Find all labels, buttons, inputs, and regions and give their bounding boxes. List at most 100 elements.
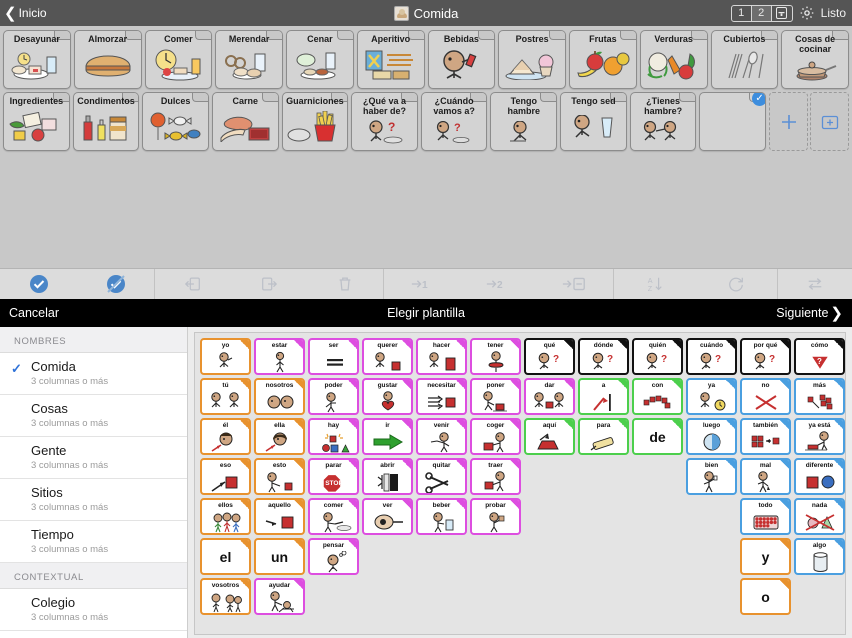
- sort-alpha-icon[interactable]: AZ: [646, 269, 664, 299]
- template-preview-cell-por-qué[interactable]: por qué?: [740, 338, 791, 375]
- sidebar-item-cosas[interactable]: Cosas 3 columnas o más: [0, 395, 187, 437]
- template-preview-cell-o[interactable]: o: [740, 578, 791, 615]
- template-preview-cell-yo[interactable]: yo: [200, 338, 251, 375]
- delete-icon[interactable]: [336, 269, 354, 299]
- back-to-home-button[interactable]: ❮ Inicio: [0, 6, 47, 21]
- lock-icon[interactable]: [772, 6, 792, 21]
- page-selector[interactable]: 1 2: [730, 4, 793, 22]
- template-preview-cell-beber[interactable]: beber: [416, 498, 467, 535]
- import-icon[interactable]: [184, 269, 202, 299]
- template-preview-cell-también[interactable]: también: [740, 418, 791, 455]
- board-cell-postres[interactable]: Postres: [498, 30, 566, 89]
- template-preview-cell-más[interactable]: más: [794, 378, 845, 415]
- template-preview-cell-ya[interactable]: ya: [686, 378, 737, 415]
- template-preview-cell-cuándo[interactable]: cuándo?: [686, 338, 737, 375]
- template-preview-cell-cómo[interactable]: cómo?: [794, 338, 845, 375]
- template-preview-cell-abrir[interactable]: abrir: [362, 458, 413, 495]
- template-preview-cell-ya-está[interactable]: ya está: [794, 418, 845, 455]
- move-to-page-2-icon[interactable]: 2: [485, 269, 509, 299]
- template-preview-cell-esto[interactable]: esto: [254, 458, 305, 495]
- sidebar-item-comida[interactable]: ✓ Comida 3 columnas o más: [0, 353, 187, 395]
- template-preview-cell-hacer[interactable]: hacer: [416, 338, 467, 375]
- board-cell-tengo-hambre[interactable]: Tengo hambre: [490, 92, 558, 151]
- template-preview-cell-a[interactable]: a: [578, 378, 629, 415]
- board-cell-comer[interactable]: Comer: [144, 30, 213, 89]
- template-preview-cell-ayudar[interactable]: ayudar: [254, 578, 305, 615]
- board-cell-cubiertos[interactable]: Cubiertos: [710, 30, 779, 89]
- template-preview-cell-todo[interactable]: todo: [740, 498, 791, 535]
- board-cell-guarniciones[interactable]: Guarniciones: [281, 92, 349, 151]
- refresh-icon[interactable]: [727, 269, 745, 299]
- template-preview-cell-traer[interactable]: traer: [470, 458, 521, 495]
- template-preview-cell-quién[interactable]: quién?: [632, 338, 683, 375]
- board-cell-carne[interactable]: Carne: [211, 92, 279, 151]
- board-cell-merendar[interactable]: Merendar: [215, 30, 283, 89]
- template-preview-cell-parar[interactable]: parar STOP: [308, 458, 359, 495]
- template-preview-cell-aquello[interactable]: aquello: [254, 498, 305, 535]
- page-tab-2[interactable]: 2: [751, 5, 772, 21]
- board-cell-cenar[interactable]: Cenar: [286, 30, 354, 89]
- board-cell-tienes-hambre[interactable]: ¿Tienes hambre?: [629, 92, 697, 151]
- template-preview-cell-probar[interactable]: probar: [470, 498, 521, 535]
- template-preview-cell-nada[interactable]: nada: [794, 498, 845, 535]
- board-cell-bebidas[interactable]: Bebidas: [427, 30, 496, 89]
- move-to-page-1-icon[interactable]: 1: [410, 269, 434, 299]
- add-folder-button[interactable]: [810, 92, 850, 151]
- template-preview-cell-tener[interactable]: tener: [470, 338, 521, 375]
- board-cell-cosas-de-cocinar[interactable]: Cosas de cocinar: [781, 30, 849, 89]
- next-button[interactable]: Siguiente ❯: [776, 306, 843, 321]
- template-preview-cell-ser[interactable]: ser: [308, 338, 359, 375]
- template-preview-cell-algo[interactable]: algo: [794, 538, 845, 575]
- template-preview-cell-poner[interactable]: poner: [470, 378, 521, 415]
- template-preview-cell-vosotros[interactable]: vosotros: [200, 578, 251, 615]
- template-preview-cell-qué[interactable]: qué?: [524, 338, 575, 375]
- template-preview-cell-pensar[interactable]: pensar: [308, 538, 359, 575]
- template-preview-cell-ir[interactable]: ir: [362, 418, 413, 455]
- template-preview-cell-un[interactable]: un: [254, 538, 305, 575]
- deselect-all-icon[interactable]: [106, 269, 126, 299]
- board-cell-tengo-sed[interactable]: Tengo sed: [560, 92, 627, 151]
- template-preview-cell-venir[interactable]: venir: [416, 418, 467, 455]
- template-preview-cell-poder[interactable]: poder: [308, 378, 359, 415]
- template-preview-cell-quitar[interactable]: quitar: [416, 458, 467, 495]
- template-preview-cell-diferente[interactable]: diferente: [794, 458, 845, 495]
- board-cell-verduras[interactable]: Verduras: [639, 30, 708, 89]
- template-preview-cell-bien[interactable]: bien: [686, 458, 737, 495]
- template-preview-cell-necesitar[interactable]: necesitar: [416, 378, 467, 415]
- template-preview-cell-dar[interactable]: dar: [524, 378, 575, 415]
- move-to-board-icon[interactable]: [561, 269, 587, 299]
- template-preview-cell-el[interactable]: el: [200, 538, 251, 575]
- ready-label[interactable]: Listo: [821, 6, 846, 20]
- template-preview-cell-de[interactable]: de: [632, 418, 683, 455]
- board-cell-selected-empty[interactable]: ✓: [699, 92, 767, 151]
- page-tab-1[interactable]: 1: [732, 5, 752, 21]
- template-preview-cell-hay[interactable]: hay: [308, 418, 359, 455]
- template-preview-cell-aquí[interactable]: aquí: [524, 418, 575, 455]
- swap-icon[interactable]: [806, 269, 824, 299]
- board-cell-condimentos[interactable]: Condimentos: [72, 92, 140, 151]
- board-cell-frutas[interactable]: Frutas: [569, 30, 637, 89]
- sidebar-item-deportes[interactable]: Deportes 3 columnas o más: [0, 631, 187, 638]
- gear-icon[interactable]: [799, 5, 815, 21]
- sidebar-item-tiempo[interactable]: Tiempo 3 columnas o más: [0, 521, 187, 563]
- template-preview-cell-no[interactable]: no: [740, 378, 791, 415]
- template-preview-cell-dónde[interactable]: dónde?: [578, 338, 629, 375]
- add-button[interactable]: [769, 92, 809, 151]
- template-preview-cell-querer[interactable]: querer: [362, 338, 413, 375]
- board-cell-almorzar[interactable]: Almorzar: [73, 30, 142, 89]
- template-preview-cell-gustar[interactable]: gustar: [362, 378, 413, 415]
- template-preview-cell-y[interactable]: y: [740, 538, 791, 575]
- template-preview-cell-eso[interactable]: eso: [200, 458, 251, 495]
- template-preview-cell-ella[interactable]: ella: [254, 418, 305, 455]
- template-preview-cell-mal[interactable]: mal: [740, 458, 791, 495]
- template-preview-cell-nosotros[interactable]: nosotros: [254, 378, 305, 415]
- template-preview-cell-tú[interactable]: tú: [200, 378, 251, 415]
- board-cell-dulces[interactable]: Dulces: [142, 92, 209, 151]
- sidebar-item-colegio[interactable]: Colegio 3 columnas o más: [0, 589, 187, 631]
- template-preview-cell-estar[interactable]: estar: [254, 338, 305, 375]
- board-cell-aperitivo[interactable]: Aperitivo: [356, 30, 425, 89]
- board-cell-cuando-vamos-a[interactable]: ¿Cuándo vamos a? ?: [420, 92, 488, 151]
- template-preview-cell-con[interactable]: con: [632, 378, 683, 415]
- template-preview-cell-coger[interactable]: coger: [470, 418, 521, 455]
- board-cell-que-va-a-haber-de[interactable]: ¿Qué va a haber de? ?: [351, 92, 418, 151]
